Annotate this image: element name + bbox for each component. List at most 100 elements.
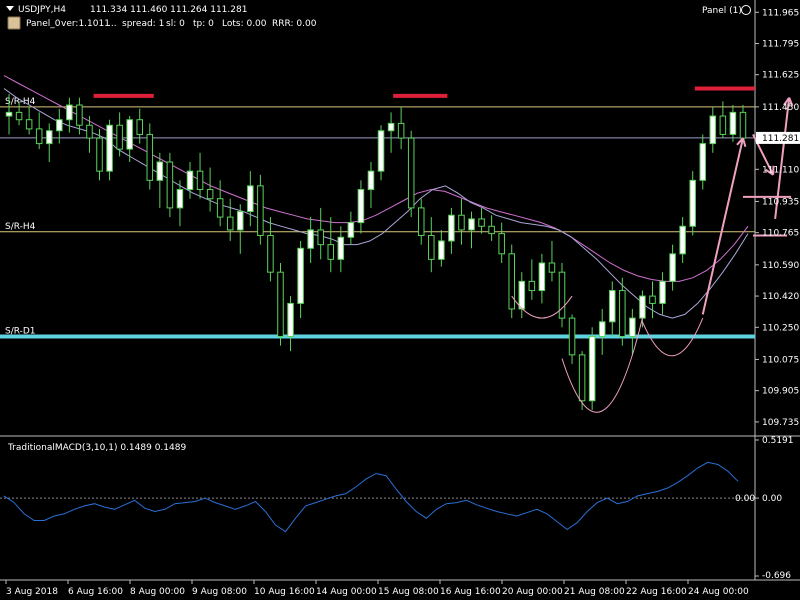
candle-body — [277, 271, 284, 337]
candle-body — [216, 198, 224, 218]
price-tick-label-12: 109.905 — [762, 387, 799, 397]
candle-body — [76, 104, 83, 126]
candle-body — [458, 214, 465, 231]
candle-body — [417, 207, 425, 236]
candle-body — [317, 229, 324, 246]
macd-label: TraditionalMACD(3,10,1) 0.1489 0.1489 — [7, 443, 186, 453]
level-label-1: S/R-H4 — [5, 222, 36, 232]
candle-body — [598, 321, 606, 337]
candle-body — [639, 295, 646, 319]
panel-version: ver:1.1011 — [61, 19, 110, 29]
candle-body — [287, 302, 294, 337]
candle-body — [438, 240, 445, 260]
candle-body — [739, 111, 747, 139]
candle-body — [377, 130, 385, 172]
ohlc-header: 111.334 111.460 111.264 111.281 — [90, 5, 247, 15]
chart-canvas[interactable]: S/R-H4 S/R-H4 S/R-D1 111.965 111.795 111.625… — [0, 0, 800, 600]
time-tick-label-6: 15 Aug 08:00 — [378, 587, 439, 597]
candle-body — [136, 119, 143, 135]
candle-body — [116, 124, 123, 150]
candle-body — [488, 225, 495, 235]
candle-body — [468, 218, 475, 231]
candle-body — [478, 218, 485, 227]
candle-body — [297, 247, 304, 304]
candle-body — [498, 233, 505, 255]
candle-body — [25, 119, 33, 130]
candle-body — [629, 317, 636, 337]
macd-tick-label-2: -0.696 — [762, 571, 791, 581]
price-tick-label-6: 110.935 — [762, 197, 799, 207]
candle-body — [96, 137, 103, 172]
candle-body — [609, 290, 616, 323]
candle-body — [649, 295, 656, 304]
price-tick-label-8: 110.590 — [762, 261, 799, 271]
candle-body — [568, 317, 576, 356]
candle-body — [86, 124, 93, 139]
time-tick-label-0: 3 Aug 2018 — [6, 587, 58, 597]
candle-body — [669, 253, 676, 282]
price-tick-label-3: 111.450 — [762, 103, 799, 113]
candle-body — [156, 161, 164, 181]
candle-body — [588, 335, 596, 402]
time-tick-label-4: 10 Aug 16:00 — [254, 587, 315, 597]
symbol-label: USDJPY,H4 — [18, 5, 66, 15]
candle-body — [186, 170, 194, 191]
level-label-2: S/R-D1 — [5, 326, 36, 336]
level-label-0: S/R-H4 — [5, 97, 36, 107]
candle-body — [35, 128, 43, 145]
candle-body — [508, 253, 515, 310]
candle-body — [578, 354, 586, 402]
panel-sl: sl: 0 — [166, 19, 185, 29]
candle-body — [45, 130, 53, 145]
macd-tick-label-1: 0.00 — [762, 494, 782, 504]
time-tick-label-8: 20 Aug 00:00 — [502, 587, 563, 597]
candle-body — [689, 179, 696, 227]
candle-body — [367, 170, 375, 191]
panel-ellipsis: ... — [108, 19, 117, 29]
price-tick-label-2: 111.625 — [762, 71, 799, 81]
candle-body — [357, 189, 365, 224]
panel-badge[interactable]: Panel (1) — [702, 6, 742, 16]
time-tick-label-1: 6 Aug 16:00 — [68, 587, 123, 597]
candle-body — [267, 234, 274, 273]
candle-body — [307, 229, 314, 249]
candle-body — [518, 280, 526, 310]
time-tick-label-2: 8 Aug 00:00 — [130, 587, 185, 597]
candle-body — [226, 216, 234, 231]
candle-body — [428, 234, 435, 260]
candle-body — [347, 222, 355, 238]
candle-body — [106, 124, 113, 172]
panel-expert-icon[interactable] — [7, 16, 21, 30]
price-tick-label-9: 110.420 — [762, 292, 799, 302]
candle-body — [448, 214, 455, 242]
candle-body — [619, 290, 626, 337]
panel-tp: tp: 0 — [193, 19, 214, 29]
time-tick-label-5: 14 Aug 00:00 — [316, 587, 377, 597]
time-tick-label-10: 22 Aug 16:00 — [626, 587, 687, 597]
price-tick-label-0: 111.965 — [762, 8, 799, 18]
price-tick-label-11: 110.075 — [762, 355, 799, 365]
macd-zero-label: 0.00 — [735, 494, 755, 504]
candle-body — [558, 271, 566, 319]
candle-body — [548, 262, 556, 273]
time-tick-label-3: 9 Aug 08:00 — [192, 587, 247, 597]
price-tick-label-5: 111.110 — [762, 165, 799, 175]
macd-tick-label-0: 0.5191 — [762, 436, 794, 446]
candle-body — [407, 137, 415, 209]
candle-body — [397, 122, 405, 139]
panel-spread: spread: 1 — [122, 19, 164, 29]
candle-body — [56, 119, 63, 132]
candle-body — [5, 111, 13, 117]
price-tick-label-13: 109.735 — [762, 418, 799, 428]
candle-body — [709, 115, 717, 145]
candle-body — [327, 244, 335, 260]
price-tick-label-10: 110.250 — [762, 323, 799, 333]
candle-body — [387, 122, 395, 132]
candle-body — [146, 133, 154, 181]
panel-name: Panel_0 — [26, 19, 61, 29]
time-tick-label-7: 16 Aug 16:00 — [440, 587, 501, 597]
candle-body — [679, 225, 686, 255]
candle-body — [126, 119, 133, 150]
candle-body — [176, 189, 184, 209]
panel-rrr: RRR: 0.00 — [272, 19, 317, 29]
